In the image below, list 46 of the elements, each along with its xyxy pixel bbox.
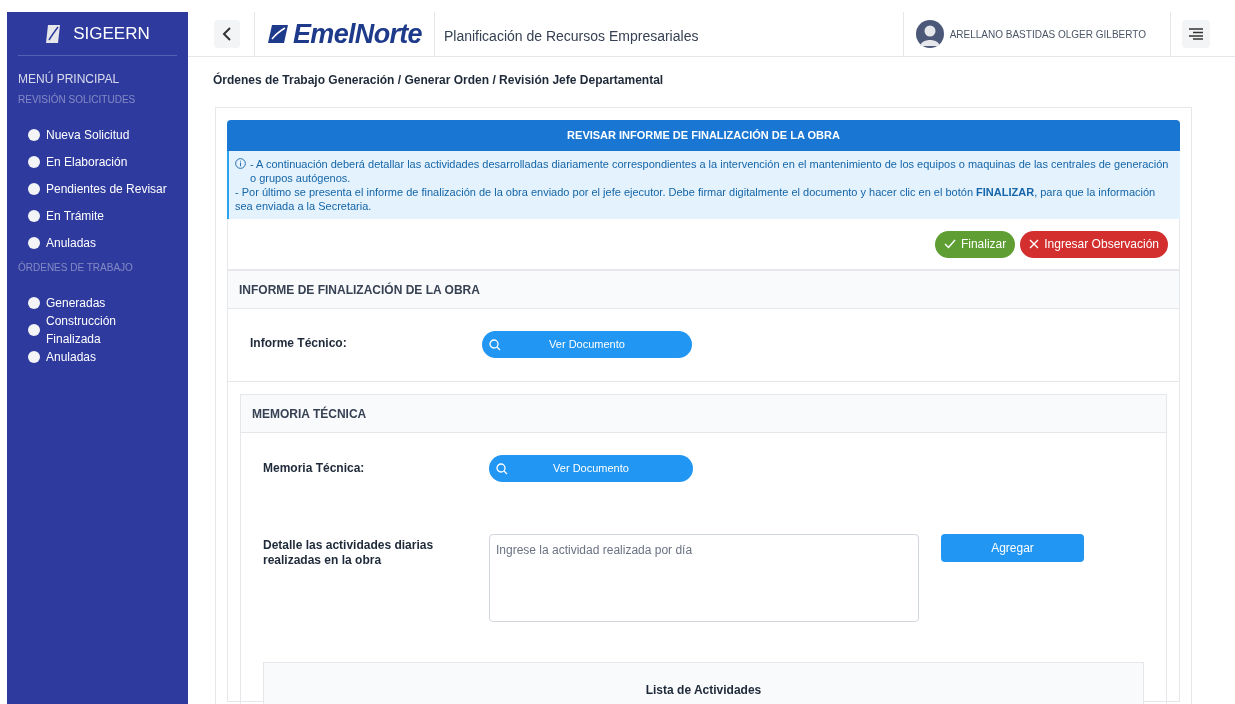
sidebar-item[interactable]: Construcción Finalizada (7, 316, 188, 343)
user-name: ARELLANO BASTIDAS OLGER GILBERTO (949, 27, 1146, 42)
sidebar-section-heading: REVISIÓN SOLICITUDES (17, 92, 137, 107)
search-icon (496, 462, 508, 475)
avatar-icon (915, 20, 944, 48)
bullet-icon (28, 323, 40, 336)
close-icon (1029, 239, 1040, 249)
info-text: - Por último se presenta el informe de finalización de la obra enviado por el jefe ejecutor. Debe firmar digitalmente el documento y hacer clic en el botón FINALIZAR, para que la información sea enviada a la Secretaria. (235, 185, 1157, 213)
sidebar-item[interactable]: En Trámite (7, 202, 188, 229)
logo-text: EmelNorte (293, 17, 422, 51)
section-header: MEMORIA TÉCNICA (241, 395, 1166, 433)
info-text: - A continuación deberá detallar las actividades desarrolladas diariamente correspondientes a la intervención en el mantenimiento de los equipos o maquinas de las centrales de generación o grupos autógenos. (250, 157, 1170, 185)
bullet-icon (28, 155, 40, 168)
brand-title: SIGEERN (73, 22, 150, 45)
field-label: Informe Técnico: (250, 335, 348, 352)
sidebar-item[interactable]: En Elaboración (7, 148, 188, 175)
sidebar-section-heading: ÓRDENES DE TRABAJO (17, 260, 134, 275)
bullet-icon (28, 182, 40, 195)
check-icon (943, 239, 956, 249)
sidebar-item[interactable]: Anuladas (7, 229, 188, 256)
sidebar-item[interactable]: Pendientes de Revisar (7, 175, 188, 202)
chevron-left-icon (222, 26, 232, 42)
menu-icon (1188, 28, 1204, 40)
list-heading: Lista de Actividades (645, 683, 762, 697)
breadcrumb: Órdenes de Trabajo Generación / Generar Orden / Revisión Jefe Departamental (213, 71, 665, 89)
sidebar-item[interactable]: Anuladas (7, 343, 188, 370)
section-header: INFORME DE FINALIZACIÓN DE LA OBRA (228, 271, 1179, 309)
sidebar-item[interactable]: Nueva Solicitud (7, 121, 188, 148)
menu-title: MENÚ PRINCIPAL (17, 70, 121, 88)
search-icon (489, 338, 501, 351)
menu-button[interactable] (1182, 20, 1210, 48)
field-label: Detalle las actividades diarias realizadas en la obra (263, 538, 435, 568)
sidebar-item[interactable]: Generadas (7, 289, 188, 316)
info-icon (235, 158, 246, 169)
app-subtitle: Planificación de Recursos Empresariales (443, 26, 699, 46)
field-label: Memoria Técnica: (263, 460, 366, 477)
back-button[interactable] (214, 20, 240, 48)
logo-icon (267, 24, 289, 44)
observation-button[interactable]: Ingresar Observación (1020, 230, 1168, 258)
bullet-icon (28, 236, 40, 249)
bullet-icon (28, 128, 40, 141)
panel-header: REVISAR INFORME DE FINALIZACIÓN DE LA OBRA (227, 120, 1180, 151)
activity-input-field[interactable]: Ingrese la actividad realizada por día (489, 534, 919, 622)
bullet-icon (28, 350, 40, 363)
bullet-icon (28, 296, 40, 309)
bullet-icon (28, 209, 40, 222)
